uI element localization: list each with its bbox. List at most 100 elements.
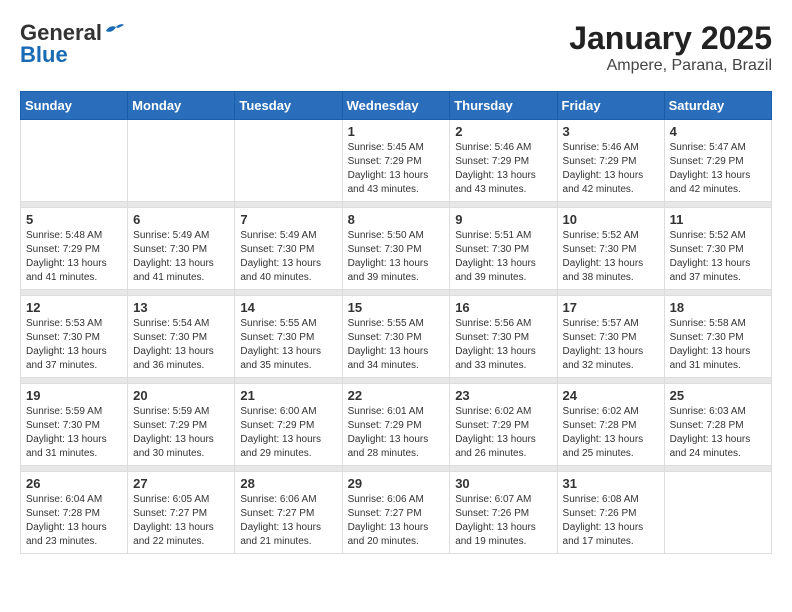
- day-info: Sunrise: 5:55 AM Sunset: 7:30 PM Dayligh…: [240, 317, 336, 373]
- day-number: 15: [348, 300, 445, 315]
- header-tuesday: Tuesday: [235, 92, 342, 120]
- calendar-cell: 31 Sunrise: 6:08 AM Sunset: 7:26 PM Dayli…: [557, 472, 664, 554]
- week-row-2: 12 Sunrise: 5:53 AM Sunset: 7:30 PM Dayli…: [21, 296, 772, 378]
- calendar-cell: 16Sunrise: 5:56 AM Sunset: 7:30 PM Dayli…: [450, 296, 557, 378]
- calendar-cell: 19 Sunrise: 5:59 AM Sunset: 7:30 PM Dayli…: [21, 384, 128, 466]
- day-number: 8: [348, 212, 445, 227]
- day-info: Sunrise: 5:48 AM Sunset: 7:29 PM Dayligh…: [26, 229, 122, 285]
- day-info: Sunrise: 5:46 AM Sunset: 7:29 PM Dayligh…: [455, 141, 551, 197]
- header-friday: Friday: [557, 92, 664, 120]
- day-info: Sunrise: 6:07 AM Sunset: 7:26 PM Dayligh…: [455, 493, 551, 549]
- day-number: 20: [133, 388, 229, 403]
- day-number: 1: [348, 124, 445, 139]
- calendar-cell: 10Sunrise: 5:52 AM Sunset: 7:30 PM Dayli…: [557, 208, 664, 290]
- day-number: 29: [348, 476, 445, 491]
- day-info: Sunrise: 5:52 AM Sunset: 7:30 PM Dayligh…: [670, 229, 766, 285]
- calendar-cell: 18 Sunrise: 5:58 AM Sunset: 7:30 PM Dayli…: [664, 296, 771, 378]
- day-info: Sunrise: 6:05 AM Sunset: 7:27 PM Dayligh…: [133, 493, 229, 549]
- day-info: Sunrise: 5:54 AM Sunset: 7:30 PM Dayligh…: [133, 317, 229, 373]
- day-number: 2: [455, 124, 551, 139]
- logo: General Blue: [20, 20, 126, 68]
- calendar-cell: 6 Sunrise: 5:49 AM Sunset: 7:30 PM Daylig…: [128, 208, 235, 290]
- calendar-cell: 20 Sunrise: 5:59 AM Sunset: 7:29 PM Dayli…: [128, 384, 235, 466]
- day-number: 6: [133, 212, 229, 227]
- calendar-cell: 11 Sunrise: 5:52 AM Sunset: 7:30 PM Dayli…: [664, 208, 771, 290]
- calendar-cell: 29Sunrise: 6:06 AM Sunset: 7:27 PM Dayli…: [342, 472, 450, 554]
- calendar-cell: 8 Sunrise: 5:50 AM Sunset: 7:30 PM Daylig…: [342, 208, 450, 290]
- day-number: 9: [455, 212, 551, 227]
- day-number: 4: [670, 124, 766, 139]
- day-number: 18: [670, 300, 766, 315]
- header-saturday: Saturday: [664, 92, 771, 120]
- calendar-cell: 22 Sunrise: 6:01 AM Sunset: 7:29 PM Dayli…: [342, 384, 450, 466]
- day-number: 7: [240, 212, 336, 227]
- day-number: 27: [133, 476, 229, 491]
- calendar-cell: 1 Sunrise: 5:45 AM Sunset: 7:29 PM Daylig…: [342, 120, 450, 202]
- day-number: 31: [563, 476, 659, 491]
- header-thursday: Thursday: [450, 92, 557, 120]
- day-number: 22: [348, 388, 445, 403]
- day-info: Sunrise: 5:55 AM Sunset: 7:30 PM Dayligh…: [348, 317, 445, 373]
- day-number: 17: [563, 300, 659, 315]
- day-info: Sunrise: 5:59 AM Sunset: 7:30 PM Dayligh…: [26, 405, 122, 461]
- calendar-cell: 28 Sunrise: 6:06 AM Sunset: 7:27 PM Dayli…: [235, 472, 342, 554]
- logo-bird-icon: [104, 23, 126, 39]
- calendar-cell: 26 Sunrise: 6:04 AM Sunset: 7:28 PM Dayli…: [21, 472, 128, 554]
- day-number: 12: [26, 300, 122, 315]
- day-info: Sunrise: 5:51 AM Sunset: 7:30 PM Dayligh…: [455, 229, 551, 285]
- day-number: 21: [240, 388, 336, 403]
- calendar-cell: 2 Sunrise: 5:46 AM Sunset: 7:29 PM Daylig…: [450, 120, 557, 202]
- calendar-cell: 25 Sunrise: 6:03 AM Sunset: 7:28 PM Dayli…: [664, 384, 771, 466]
- day-number: 11: [670, 212, 766, 227]
- day-info: Sunrise: 5:49 AM Sunset: 7:30 PM Dayligh…: [240, 229, 336, 285]
- day-number: 26: [26, 476, 122, 491]
- day-number: 30: [455, 476, 551, 491]
- day-info: Sunrise: 5:47 AM Sunset: 7:29 PM Dayligh…: [670, 141, 766, 197]
- calendar-title: January 2025: [569, 20, 772, 57]
- calendar-cell: [21, 120, 128, 202]
- day-info: Sunrise: 6:03 AM Sunset: 7:28 PM Dayligh…: [670, 405, 766, 461]
- day-info: Sunrise: 5:58 AM Sunset: 7:30 PM Dayligh…: [670, 317, 766, 373]
- week-row-0: 1 Sunrise: 5:45 AM Sunset: 7:29 PM Daylig…: [21, 120, 772, 202]
- title-block: January 2025 Ampere, Parana, Brazil: [569, 20, 772, 75]
- page-header: General Blue January 2025 Ampere, Parana…: [20, 20, 772, 75]
- day-info: Sunrise: 6:08 AM Sunset: 7:26 PM Dayligh…: [563, 493, 659, 549]
- calendar-cell: [235, 120, 342, 202]
- day-info: Sunrise: 6:04 AM Sunset: 7:28 PM Dayligh…: [26, 493, 122, 549]
- calendar-cell: 24 Sunrise: 6:02 AM Sunset: 7:28 PM Dayli…: [557, 384, 664, 466]
- calendar-cell: 23 Sunrise: 6:02 AM Sunset: 7:29 PM Dayli…: [450, 384, 557, 466]
- calendar-subtitle: Ampere, Parana, Brazil: [569, 57, 772, 75]
- logo-blue-text: Blue: [20, 42, 68, 68]
- calendar-cell: 15 Sunrise: 5:55 AM Sunset: 7:30 PM Dayli…: [342, 296, 450, 378]
- day-number: 3: [563, 124, 659, 139]
- day-number: 16: [455, 300, 551, 315]
- day-number: 24: [563, 388, 659, 403]
- day-info: Sunrise: 5:52 AM Sunset: 7:30 PM Dayligh…: [563, 229, 659, 285]
- day-info: Sunrise: 5:50 AM Sunset: 7:30 PM Dayligh…: [348, 229, 445, 285]
- day-number: 13: [133, 300, 229, 315]
- calendar-cell: 7 Sunrise: 5:49 AM Sunset: 7:30 PM Daylig…: [235, 208, 342, 290]
- day-info: Sunrise: 6:02 AM Sunset: 7:29 PM Dayligh…: [455, 405, 551, 461]
- day-info: Sunrise: 5:53 AM Sunset: 7:30 PM Dayligh…: [26, 317, 122, 373]
- calendar-cell: 21Sunrise: 6:00 AM Sunset: 7:29 PM Dayli…: [235, 384, 342, 466]
- calendar-cell: [664, 472, 771, 554]
- day-info: Sunrise: 6:06 AM Sunset: 7:27 PM Dayligh…: [240, 493, 336, 549]
- header-wednesday: Wednesday: [342, 92, 450, 120]
- day-number: 23: [455, 388, 551, 403]
- day-number: 28: [240, 476, 336, 491]
- calendar-cell: 3 Sunrise: 5:46 AM Sunset: 7:29 PM Daylig…: [557, 120, 664, 202]
- day-info: Sunrise: 6:01 AM Sunset: 7:29 PM Dayligh…: [348, 405, 445, 461]
- day-info: Sunrise: 6:02 AM Sunset: 7:28 PM Dayligh…: [563, 405, 659, 461]
- header-sunday: Sunday: [21, 92, 128, 120]
- header-monday: Monday: [128, 92, 235, 120]
- day-number: 25: [670, 388, 766, 403]
- day-info: Sunrise: 5:46 AM Sunset: 7:29 PM Dayligh…: [563, 141, 659, 197]
- calendar-cell: 4 Sunrise: 5:47 AM Sunset: 7:29 PM Daylig…: [664, 120, 771, 202]
- day-number: 19: [26, 388, 122, 403]
- calendar-cell: 12 Sunrise: 5:53 AM Sunset: 7:30 PM Dayli…: [21, 296, 128, 378]
- week-row-4: 26 Sunrise: 6:04 AM Sunset: 7:28 PM Dayli…: [21, 472, 772, 554]
- day-info: Sunrise: 5:59 AM Sunset: 7:29 PM Dayligh…: [133, 405, 229, 461]
- day-info: Sunrise: 5:45 AM Sunset: 7:29 PM Dayligh…: [348, 141, 445, 197]
- day-number: 5: [26, 212, 122, 227]
- day-info: Sunrise: 5:49 AM Sunset: 7:30 PM Dayligh…: [133, 229, 229, 285]
